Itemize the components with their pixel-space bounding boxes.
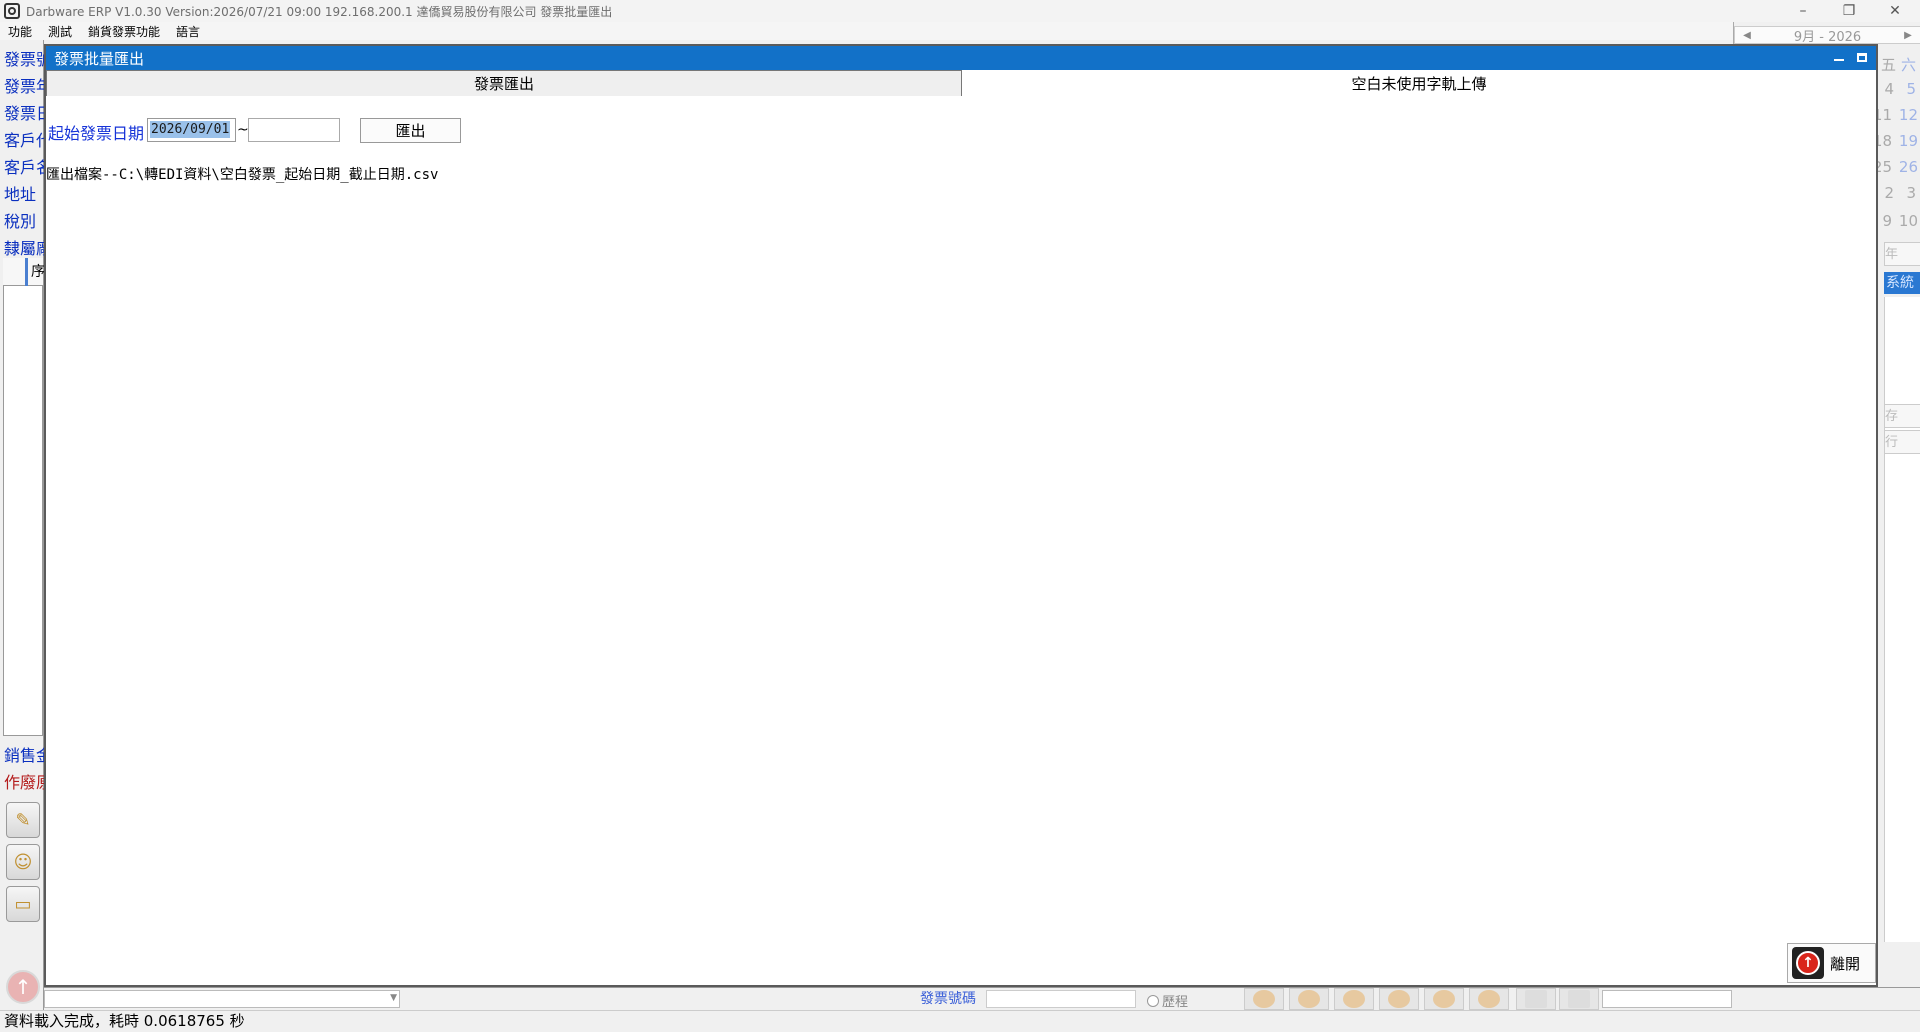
bg-label-invoice-number: 發票號碼 — [920, 991, 976, 1007]
edit-icon[interactable] — [1516, 988, 1556, 1010]
calendar-day[interactable]: 19 — [1899, 132, 1918, 150]
export-button[interactable]: 匯出 — [360, 118, 461, 143]
calendar-next-icon[interactable]: ▶ — [1898, 27, 1918, 43]
date-range-separator: ~ — [237, 122, 249, 138]
bg-label-void-reason: 作廢原 — [4, 773, 44, 792]
bg-combo-2[interactable] — [1602, 990, 1732, 1008]
calendar-prev-icon[interactable]: ◀ — [1737, 27, 1757, 43]
dialog-title: 發票批量匯出 — [54, 49, 145, 68]
bg-label-invoice-year: 發票年 — [4, 77, 44, 96]
dialog-maximize-icon[interactable] — [1854, 50, 1870, 64]
calendar-month: 9月 - 2026 — [1793, 29, 1862, 45]
start-invoice-date-label: 起始發票日期 — [48, 124, 145, 143]
bg-combo[interactable]: ▼ — [44, 990, 400, 1008]
exit-icon[interactable]: ↑ — [6, 970, 40, 1004]
bg-label-tax-type: 稅別 — [4, 212, 37, 231]
end-date-input[interactable] — [248, 118, 340, 142]
folder-icon[interactable]: ▭ — [6, 886, 40, 922]
calendar-day: 五 — [1880, 56, 1896, 74]
bg-invoice-number-input[interactable] — [986, 990, 1136, 1008]
edit-document-icon[interactable]: ✎ — [6, 802, 40, 838]
grid-header-seq: 序 — [25, 258, 45, 286]
app-logo-icon — [4, 3, 20, 19]
bg-button-year[interactable]: 年 — [1884, 242, 1920, 266]
first-record-icon[interactable] — [1244, 988, 1284, 1010]
app-titlebar: Darbware ERP V1.0.30 Version:2026/07/21 … — [0, 0, 1920, 22]
start-date-value: 2026/09/01 — [150, 121, 231, 138]
start-date-input[interactable]: 2026/09/01 — [147, 118, 236, 142]
close-icon[interactable]: ✕ — [1872, 0, 1918, 22]
status-bar: 資料載入完成，耗時 0.0618765 秒 — [0, 1010, 1920, 1032]
bg-label-sales-amount: 銷售金 — [4, 746, 44, 765]
bg-button-save[interactable]: 存 — [1884, 404, 1920, 428]
menu-item-language[interactable]: 語言 — [168, 23, 208, 40]
menu-item-test[interactable]: 測試 — [40, 23, 80, 40]
calendar-day[interactable]: 10 — [1899, 212, 1918, 230]
background-left-panel: 發票號 發票年 發票日 客戶代 客戶名 地址 稅別 隸屬廠 序 銷售金 作廢原 … — [0, 40, 45, 1010]
calendar-header: ◀ 9月 - 2026 ▶ — [1734, 26, 1920, 45]
calendar-day[interactable]: 2 — [1884, 184, 1894, 202]
calendar-day[interactable]: 5 — [1906, 80, 1916, 98]
app-title: Darbware ERP V1.0.30 Version:2026/07/21 … — [26, 4, 613, 19]
calendar-day[interactable]: 26 — [1899, 158, 1918, 176]
bg-label-customer-code: 客戶代 — [4, 131, 44, 150]
background-grid — [3, 258, 43, 736]
leave-button-label: 離開 — [1830, 954, 1861, 973]
last-record-icon[interactable] — [1424, 988, 1464, 1010]
bg-button-row[interactable]: 行 — [1884, 430, 1920, 454]
bg-label-factory: 隸屬廠 — [4, 239, 44, 258]
calendar-day[interactable]: 4 — [1884, 80, 1894, 98]
bg-history-label: 歷程 — [1162, 995, 1189, 1010]
export-file-note: 匯出檔案--C:\轉EDI資料\空白發票_起始日期_截止日期.csv — [46, 167, 439, 183]
dialog-minimize-icon[interactable] — [1831, 50, 1847, 64]
bg-button-system[interactable]: 系統 — [1884, 272, 1920, 294]
dialog-titlebar: 發票批量匯出 — [46, 46, 1876, 70]
calendar-day[interactable]: 9 — [1882, 212, 1892, 230]
exit-arrow-icon: ↑ — [1792, 947, 1824, 979]
chevron-down-icon: ▼ — [390, 993, 397, 1003]
menu-item-sales-invoice[interactable]: 銷貨發票功能 — [80, 23, 168, 40]
background-right-list — [1884, 297, 1920, 942]
calendar-day[interactable]: 12 — [1899, 106, 1918, 124]
leave-button[interactable]: ↑ 離開 — [1787, 943, 1876, 983]
bg-label-customer-name: 客戶名 — [4, 158, 44, 177]
bg-history-radio[interactable]: 歷程 — [1147, 991, 1188, 1010]
print-icon[interactable] — [1559, 988, 1599, 1010]
bg-label-address: 地址 — [4, 185, 37, 204]
tab-strip: 發票匯出 空白未使用字軌上傳 — [46, 70, 1876, 96]
calendar-day[interactable]: 3 — [1906, 184, 1916, 202]
next-record-icon[interactable] — [1379, 988, 1419, 1010]
background-bottom-toolbar: ▼ 發票號碼 歷程 — [44, 987, 1920, 1010]
invoice-batch-export-dialog: 發票批量匯出 發票匯出 空白未使用字軌上傳 起始發票日期 2026/09/01 … — [44, 44, 1878, 987]
tab-blank-unused-upload[interactable]: 空白未使用字軌上傳 — [962, 70, 1876, 96]
menu-item-function[interactable]: 功能 — [0, 23, 40, 40]
calendar-day: 六 — [1900, 56, 1916, 74]
tab-invoice-export[interactable]: 發票匯出 — [46, 70, 962, 96]
bg-label-invoice-date: 發票日 — [4, 104, 44, 123]
bg-label-invoice-no: 發票號 — [4, 50, 44, 69]
person-icon[interactable]: ☺ — [6, 844, 40, 880]
prev-record-icon[interactable] — [1289, 988, 1329, 1010]
minimize-icon[interactable]: – — [1780, 0, 1826, 22]
restore-icon[interactable]: ❐ — [1826, 0, 1872, 22]
info-icon[interactable] — [1469, 988, 1509, 1010]
background-grid-header: 序 — [3, 258, 45, 286]
search-record-icon[interactable] — [1334, 988, 1374, 1010]
menu-bar: 功能 測試 銷貨發票功能 語言 — [0, 22, 1740, 40]
